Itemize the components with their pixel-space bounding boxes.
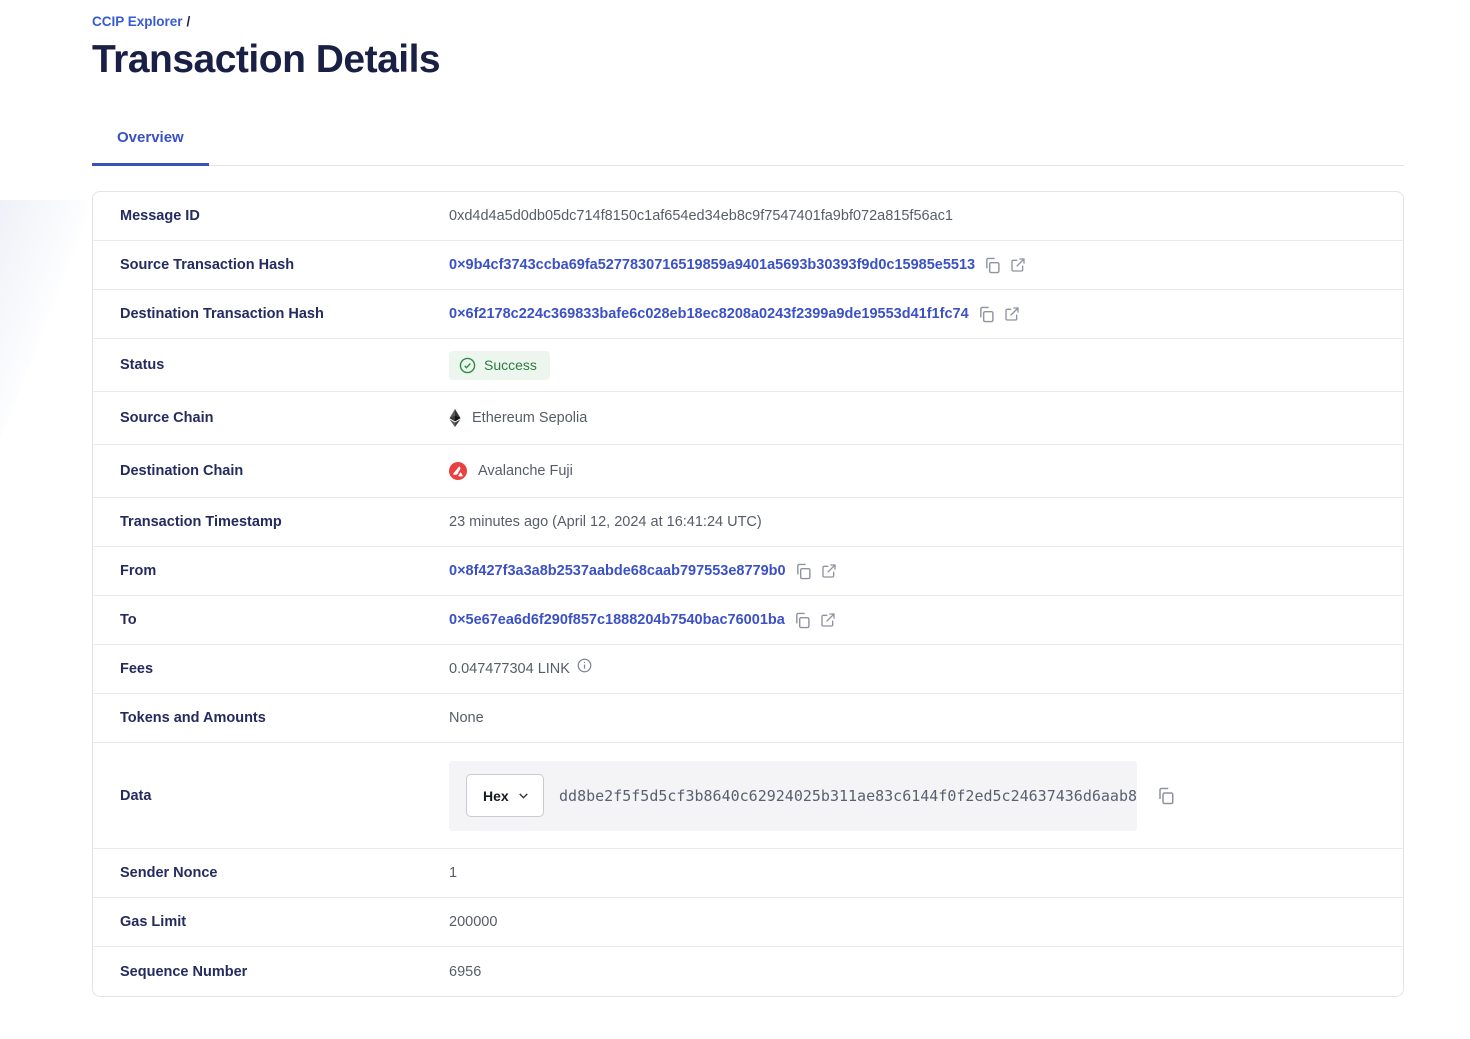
message-id-label: Message ID <box>93 208 449 224</box>
dest-tx-hash-label: Destination Transaction Hash <box>93 306 449 322</box>
tokens-value: None <box>449 710 484 726</box>
row-fees: Fees 0.047477304 LINK <box>93 645 1403 694</box>
source-chain-label: Source Chain <box>93 410 449 426</box>
transaction-details-card: Message ID 0xd4d4a5d0db05dc714f8150c1af6… <box>92 191 1404 997</box>
copy-icon[interactable] <box>795 563 812 580</box>
sequence-number-value: 6956 <box>449 964 481 980</box>
status-label: Status <box>93 357 449 373</box>
gas-limit-label: Gas Limit <box>93 914 449 930</box>
info-icon[interactable] <box>577 658 592 673</box>
external-link-icon[interactable] <box>1004 306 1020 322</box>
breadcrumb-separator: / <box>187 14 191 29</box>
copy-icon[interactable] <box>1157 787 1175 805</box>
data-encoding-selected: Hex <box>483 788 509 804</box>
timestamp-label: Transaction Timestamp <box>93 514 449 530</box>
copy-icon[interactable] <box>978 306 995 323</box>
gas-limit-value: 200000 <box>449 914 497 930</box>
row-tokens: Tokens and Amounts None <box>93 694 1403 743</box>
from-address-link[interactable]: 0×8f427f3a3a8b2537aabde68caab797553e8779… <box>449 563 786 579</box>
data-encoding-select[interactable]: Hex <box>466 774 544 817</box>
row-gas-limit: Gas Limit 200000 <box>93 898 1403 947</box>
from-label: From <box>93 563 449 579</box>
dest-chain-label: Destination Chain <box>93 463 449 479</box>
row-sender-nonce: Sender Nonce 1 <box>93 849 1403 898</box>
to-address-link[interactable]: 0×5e67ea6d6f290f857c1888204b7540bac76001… <box>449 612 785 628</box>
external-link-icon[interactable] <box>820 612 836 628</box>
row-timestamp: Transaction Timestamp 23 minutes ago (Ap… <box>93 498 1403 547</box>
source-chain-name: Ethereum Sepolia <box>472 410 587 426</box>
copy-icon[interactable] <box>794 612 811 629</box>
row-dest-tx-hash: Destination Transaction Hash 0×6f2178c22… <box>93 290 1403 339</box>
source-tx-hash-label: Source Transaction Hash <box>93 257 449 273</box>
avalanche-icon <box>449 462 467 480</box>
transaction-details-page: CCIP Explorer / Transaction Details Overv… <box>92 0 1404 997</box>
row-to: To 0×5e67ea6d6f290f857c1888204b7540bac76… <box>93 596 1403 645</box>
row-message-id: Message ID 0xd4d4a5d0db05dc714f8150c1af6… <box>93 192 1403 241</box>
tab-bar: Overview <box>92 129 1404 166</box>
ethereum-icon <box>449 409 461 427</box>
row-source-chain: Source Chain Ethereum Sepolia <box>93 392 1403 445</box>
row-from: From 0×8f427f3a3a8b2537aabde68caab797553… <box>93 547 1403 596</box>
tokens-label: Tokens and Amounts <box>93 710 449 726</box>
sender-nonce-value: 1 <box>449 865 457 881</box>
row-data: Data Hex dd8be2f5f5d5cf3b8640c62924025b3… <box>93 743 1403 849</box>
background-decoration <box>0 200 95 440</box>
row-sequence-number: Sequence Number 6956 <box>93 947 1403 996</box>
data-hex-value: dd8be2f5f5d5cf3b8640c62924025b311ae83c61… <box>559 787 1137 805</box>
copy-icon[interactable] <box>984 257 1001 274</box>
data-hex-box: Hex dd8be2f5f5d5cf3b8640c62924025b311ae8… <box>449 761 1137 831</box>
data-label: Data <box>93 788 449 804</box>
status-badge: Success <box>449 351 550 380</box>
dest-tx-hash-link[interactable]: 0×6f2178c224c369833bafe6c028eb18ec8208a0… <box>449 306 969 322</box>
source-tx-hash-link[interactable]: 0×9b4cf3743ccba69fa5277830716519859a9401… <box>449 257 975 273</box>
page-title: Transaction Details <box>92 38 1404 82</box>
to-label: To <box>93 612 449 628</box>
external-link-icon[interactable] <box>1010 257 1026 273</box>
row-source-tx-hash: Source Transaction Hash 0×9b4cf3743ccba6… <box>93 241 1403 290</box>
message-id-value: 0xd4d4a5d0db05dc714f8150c1af654ed34eb8c9… <box>449 208 953 224</box>
status-badge-text: Success <box>484 357 537 373</box>
timestamp-value: 23 minutes ago (April 12, 2024 at 16:41:… <box>449 514 762 530</box>
tab-overview[interactable]: Overview <box>92 129 209 166</box>
sender-nonce-label: Sender Nonce <box>93 865 449 881</box>
row-dest-chain: Destination Chain Avalanche Fuji <box>93 445 1403 498</box>
chevron-down-icon <box>517 789 530 802</box>
dest-chain-name: Avalanche Fuji <box>478 463 573 479</box>
fees-label: Fees <box>93 661 449 677</box>
breadcrumb: CCIP Explorer / <box>92 0 1404 29</box>
fees-value: 0.047477304 LINK <box>449 661 570 677</box>
sequence-number-label: Sequence Number <box>93 964 449 980</box>
row-status: Status Success <box>93 339 1403 392</box>
check-circle-icon <box>459 357 476 374</box>
external-link-icon[interactable] <box>821 563 837 579</box>
breadcrumb-link-ccip-explorer[interactable]: CCIP Explorer <box>92 14 183 29</box>
